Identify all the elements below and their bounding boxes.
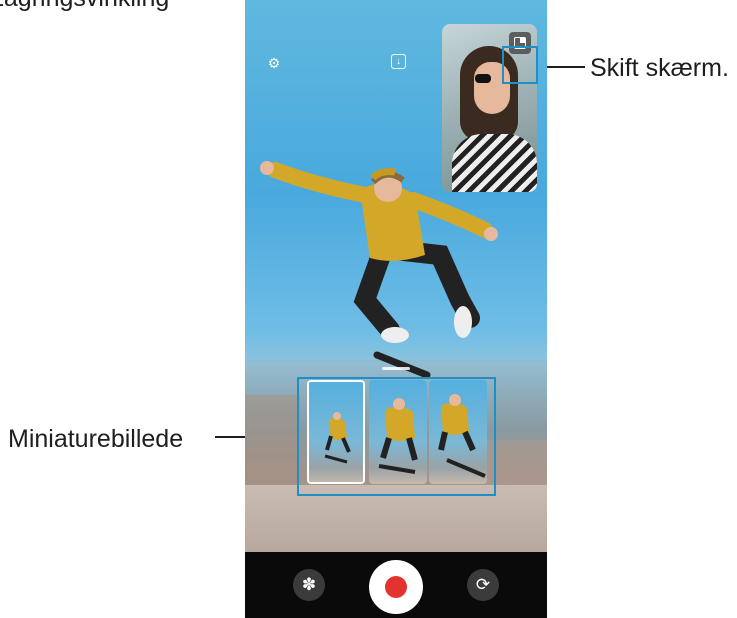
rotate-camera-icon[interactable]: ⟳ [467, 569, 499, 601]
phone-screen: ⚙ ↓ ✽ ⟳ [245, 0, 547, 618]
thumbnail-callout-label: Miniaturebillede [8, 425, 184, 453]
record-icon [385, 576, 407, 598]
switch-screen-highlight [502, 46, 538, 84]
download-icon[interactable]: ↓ [391, 54, 406, 69]
camera-bottom-bar: ✽ ⟳ [245, 552, 547, 618]
pip-shirt [452, 134, 537, 192]
drag-handle[interactable] [382, 367, 410, 370]
switch-screen-callout-label: Skift skærm. [590, 54, 729, 82]
record-button[interactable] [369, 560, 423, 614]
top-left-callout-label: Lagringsvinkling [0, 0, 169, 11]
pip-sunglasses [475, 74, 491, 83]
thumbnail-highlight [297, 377, 496, 496]
flower-icon[interactable]: ✽ [293, 569, 325, 601]
settings-icon[interactable]: ⚙ [266, 55, 282, 71]
